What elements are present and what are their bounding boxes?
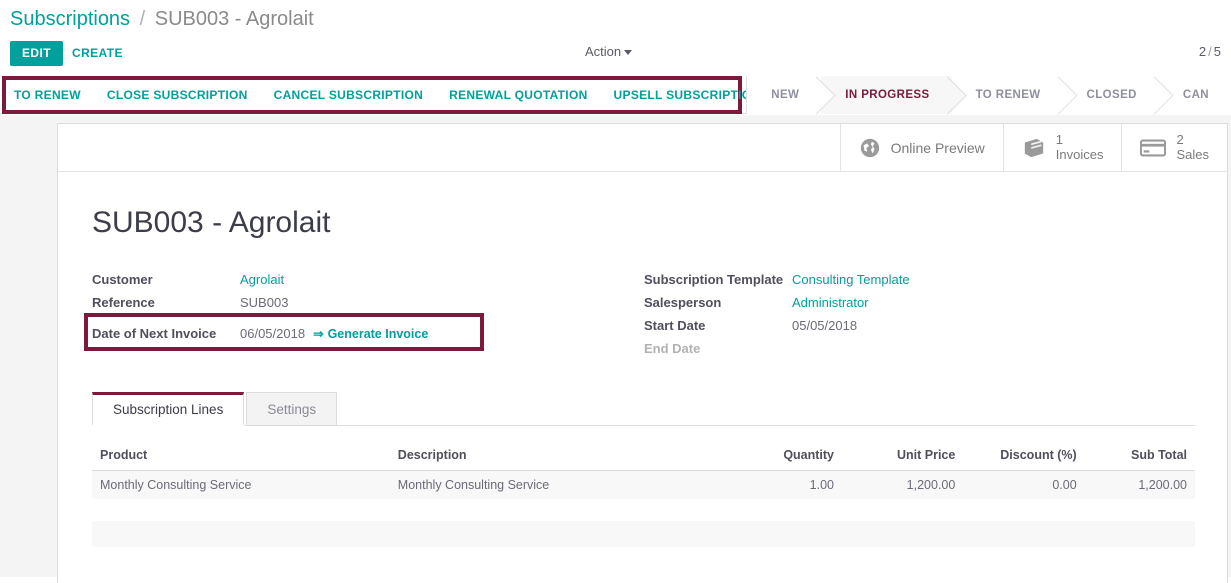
smart-buttons: Online Preview 1 Invoices 2 Sales <box>839 124 1227 172</box>
field-label-customer: Customer <box>92 272 153 287</box>
cell-sub-total: 1,200.00 <box>1084 470 1195 499</box>
cell-unit-price: 1,200.00 <box>842 470 964 499</box>
right-field-group: Subscription Template Consulting Template… <box>644 272 910 364</box>
cell-quantity: 1.00 <box>720 470 843 499</box>
table-header-row: Product Description Quantity Unit Price Disc… <box>92 442 1195 471</box>
pager-separator: / <box>1208 44 1212 59</box>
action-dropdown[interactable]: Action <box>585 44 633 59</box>
spacer-cell <box>842 499 964 521</box>
cell-product: Monthly Consulting Service <box>92 470 390 499</box>
tab-subscription-lines[interactable]: Subscription Lines <box>92 392 245 425</box>
table-empty-row[interactable] <box>92 521 1195 547</box>
smart-button-sales[interactable]: 2 Sales <box>1121 124 1227 172</box>
empty-cell <box>389 521 721 547</box>
book-icon <box>1022 137 1046 159</box>
smart-button-invoices[interactable]: 1 Invoices <box>1002 124 1122 172</box>
smart-button-text: 1 Invoices <box>1055 132 1104 163</box>
field-value-salesperson[interactable]: Administrator <box>792 295 869 310</box>
field-label-reference: Reference <box>92 295 155 310</box>
pager-current: 2 <box>1198 44 1207 59</box>
renewal-quotation-button[interactable]: RENEWAL QUOTATION <box>449 86 599 104</box>
chevron-down-icon <box>624 50 633 56</box>
spacer-cell <box>389 499 721 521</box>
field-label-salesperson: Salesperson <box>644 295 722 310</box>
subscription-lines-table: Product Description Quantity Unit Price Disc… <box>92 442 1195 547</box>
field-row: Salesperson Administrator <box>644 295 910 318</box>
column-header-product: Product <box>92 442 390 471</box>
field-row: Start Date 05/05/2018 <box>644 318 910 341</box>
field-label-end-date: End Date <box>644 341 701 356</box>
statusbar: NEW IN PROGRESS TO RENEW CLOSED CAN <box>746 76 1231 114</box>
column-header-sub-total: Sub Total <box>1084 442 1195 471</box>
empty-cell <box>963 521 1085 547</box>
cancel-subscription-button[interactable]: CANCEL SUBSCRIPTION <box>274 86 436 104</box>
cell-discount: 0.00 <box>963 470 1085 499</box>
table-header: Product Description Quantity Unit Price Disc… <box>92 442 1195 471</box>
tab-settings[interactable]: Settings <box>246 392 338 425</box>
field-label-subscription-template: Subscription Template <box>644 272 784 287</box>
spacer-cell <box>92 499 390 521</box>
create-button[interactable]: CREATE <box>62 41 133 66</box>
table-body: Monthly Consulting Service Monthly Consul… <box>92 470 1195 547</box>
breadcrumb-root-link[interactable]: Subscriptions <box>10 8 130 30</box>
page-title: SUB003 - Agrolait <box>92 206 331 239</box>
form-sheet: Online Preview 1 Invoices 2 Sales SUB003 - A… <box>56 123 1228 583</box>
empty-cell <box>720 521 843 547</box>
spacer-cell <box>720 499 843 521</box>
smart-button-value: 1 <box>1055 132 1063 148</box>
action-dropdown-label: Action <box>585 44 622 59</box>
to-renew-button[interactable]: TO RENEW <box>14 86 93 104</box>
empty-cell <box>842 521 964 547</box>
empty-cell <box>92 521 390 547</box>
field-row: End Date <box>644 341 910 364</box>
spacer-cell <box>963 499 1085 521</box>
next-invoice-highlight <box>84 313 484 351</box>
table-spacer-row <box>92 499 1195 521</box>
field-value-start-date: 05/05/2018 <box>792 318 858 333</box>
notebook-tabs: Subscription Lines Settings <box>92 392 1195 426</box>
pager-total: 5 <box>1213 44 1221 59</box>
globe-icon <box>859 137 881 159</box>
credit-card-icon <box>1140 138 1167 158</box>
table-row[interactable]: Monthly Consulting Service Monthly Consul… <box>92 470 1195 499</box>
breadcrumb-separator: / <box>139 8 146 30</box>
sheet-background: Online Preview 1 Invoices 2 Sales SUB003 - A… <box>0 115 1231 583</box>
breadcrumb: Subscriptions / SUB003 - Agrolait <box>0 0 1231 36</box>
pager[interactable]: 2/5 <box>1199 44 1221 59</box>
smart-button-label: Online Preview <box>890 139 985 156</box>
field-row: Customer Agrolait <box>92 272 428 295</box>
control-panel: EDIT CREATE Action 2/5 <box>0 38 1231 72</box>
action-buttons-group: TO RENEW CLOSE SUBSCRIPTION CANCEL SUBSCRI… <box>14 86 786 104</box>
notebook: Subscription Lines Settings Product Descri… <box>92 392 1195 547</box>
field-value-reference: SUB003 <box>240 295 289 310</box>
field-label-start-date: Start Date <box>644 318 706 333</box>
breadcrumb-current: SUB003 - Agrolait <box>154 8 314 30</box>
cell-description: Monthly Consulting Service <box>389 470 721 499</box>
statusbar-row: TO RENEW CLOSE SUBSCRIPTION CANCEL SUBSCRI… <box>0 76 1231 114</box>
column-header-description: Description <box>389 442 721 471</box>
stage-to-renew[interactable]: TO RENEW <box>951 76 1063 114</box>
column-header-discount: Discount (%) <box>963 442 1085 471</box>
smart-button-text: Online Preview <box>891 140 985 156</box>
smart-button-value: 2 <box>1176 132 1184 148</box>
column-header-quantity: Quantity <box>720 442 843 471</box>
spacer-cell <box>1084 499 1195 521</box>
close-subscription-button[interactable]: CLOSE SUBSCRIPTION <box>107 86 260 104</box>
empty-cell <box>1084 521 1195 547</box>
field-value-subscription-template[interactable]: Consulting Template <box>792 272 910 287</box>
field-value-customer[interactable]: Agrolait <box>240 272 284 287</box>
smart-button-label: Invoices <box>1055 147 1104 162</box>
smart-button-online-preview[interactable]: Online Preview <box>839 124 1003 172</box>
column-header-unit-price: Unit Price <box>842 442 964 471</box>
stage-in-progress[interactable]: IN PROGRESS <box>821 76 952 114</box>
stage-new[interactable]: NEW <box>747 76 822 114</box>
smart-button-label: Sales <box>1176 147 1209 162</box>
field-row: Subscription Template Consulting Template <box>644 272 910 295</box>
smart-button-text: 2 Sales <box>1176 132 1209 163</box>
edit-button[interactable]: EDIT <box>10 41 63 66</box>
